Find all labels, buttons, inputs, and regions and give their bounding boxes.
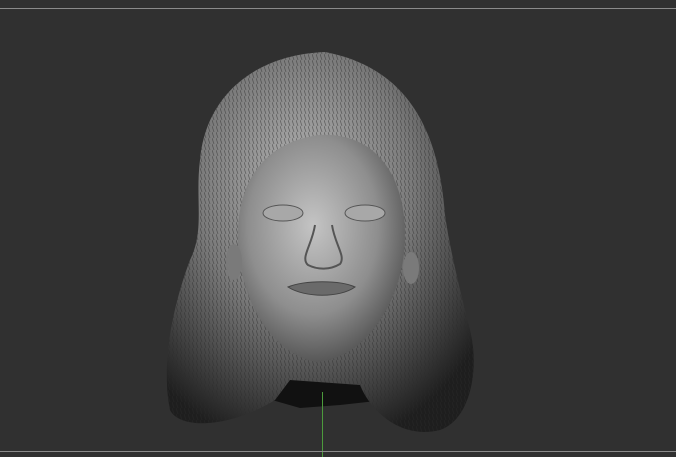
y-axis-line	[322, 392, 323, 457]
left-ear	[226, 244, 242, 280]
right-eye	[344, 204, 386, 222]
left-eye	[262, 204, 304, 222]
right-ear	[403, 252, 419, 284]
viewport-bottom-border	[0, 451, 676, 452]
3d-viewport[interactable]	[0, 0, 676, 457]
sculpt-model[interactable]	[0, 0, 676, 457]
